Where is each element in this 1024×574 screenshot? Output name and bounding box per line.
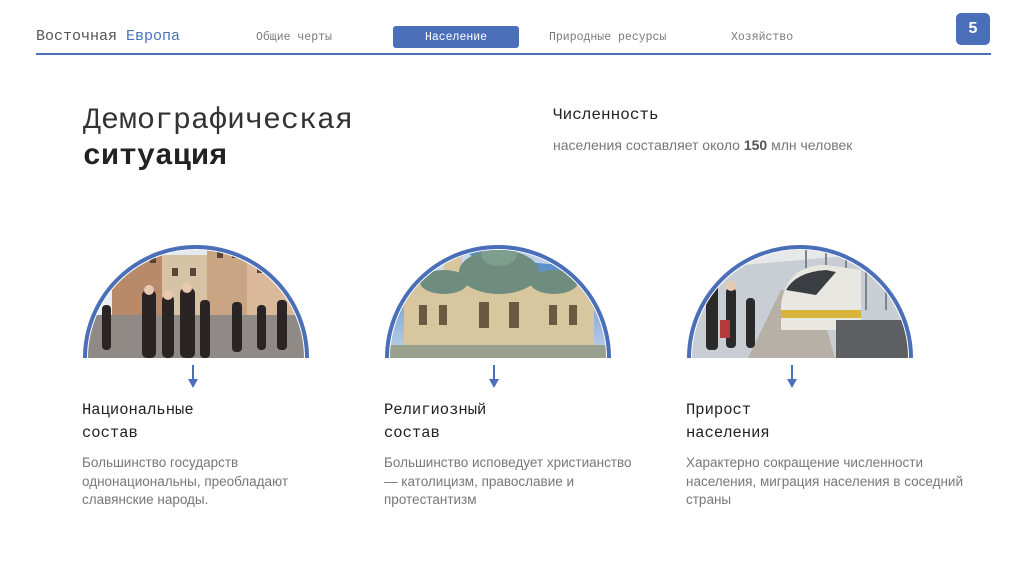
arrow-down-icon <box>489 365 499 388</box>
brand-accent: Европа <box>126 28 181 45</box>
nav-item-general[interactable]: Общие черты <box>256 31 332 44</box>
card-description: Большинство государств однонациональны, … <box>82 455 289 507</box>
card-title-line-1: Религиозный <box>384 401 487 419</box>
page-title: Демографическая ситуация <box>83 103 353 175</box>
arrow-down-icon <box>787 365 797 388</box>
brand-title: Восточная Европа <box>36 28 180 45</box>
card-description: Большинство исповедует христианство — ка… <box>384 455 632 507</box>
card-title: Религиозный состав <box>384 399 486 445</box>
title-line-2: ситуация <box>83 140 228 174</box>
card-title: Прирост населения <box>686 399 770 445</box>
card-description: Характерно сокращение численности населе… <box>686 455 963 507</box>
card-title-line-1: Прирост <box>686 401 752 419</box>
header: Восточная Европа Общие черты Население П… <box>0 0 1024 60</box>
cathedral-photo <box>385 245 611 359</box>
card-religion: Религиозный состав Большинство исповедуе… <box>384 210 684 540</box>
city-square-photo <box>83 245 309 359</box>
nav-item-resources[interactable]: Природные ресурсы <box>549 31 666 44</box>
stat-value: 150 <box>743 137 768 153</box>
train-station-photo <box>687 245 913 359</box>
nav-item-economy[interactable]: Хозяйство <box>731 31 793 44</box>
stat-title: Численность <box>553 106 659 124</box>
card-growth: Прирост населения Характерно сокращение … <box>686 210 986 540</box>
card-title-line-2: населения <box>686 424 770 442</box>
brand-main: Восточная <box>36 28 118 45</box>
stat-prefix: населения составляет около <box>553 137 740 153</box>
card-nationality: Национальные состав Большинство государс… <box>82 210 382 540</box>
card-title: Национальные состав <box>82 399 194 445</box>
header-divider <box>36 53 991 55</box>
page-number-badge: 5 <box>956 13 990 45</box>
card-title-line-1: Национальные <box>82 401 194 419</box>
card-title-line-2: состав <box>82 424 138 442</box>
nav-item-population[interactable]: Население <box>393 26 519 48</box>
stat-text: населения составляет около 150 млн челов… <box>553 137 852 153</box>
title-line-1: Демографическая <box>83 104 354 138</box>
card-title-line-2: состав <box>384 424 440 442</box>
stat-suffix: млн человек <box>771 137 853 153</box>
